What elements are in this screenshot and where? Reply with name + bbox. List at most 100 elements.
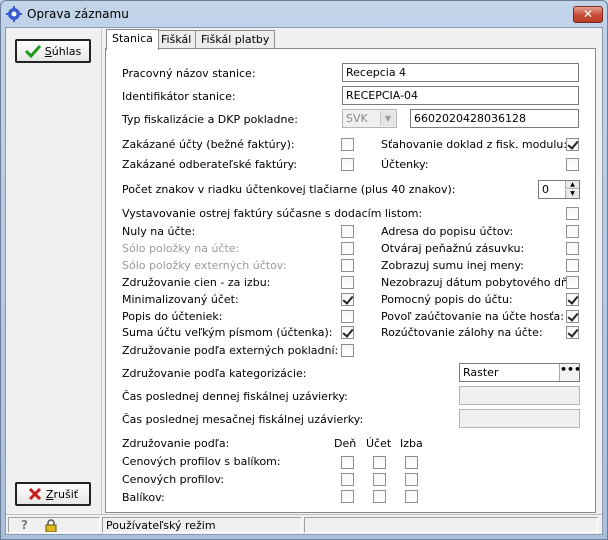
vystavovanie-checkbox[interactable]: [566, 207, 579, 220]
zakazane-ucty-label: Zakázané účty (bežné faktúry):: [122, 138, 295, 151]
dialog-window: Oprava záznamu ✕ Súhlas Zrušiť Stanica F…: [0, 0, 608, 540]
otvaraj-checkbox[interactable]: [566, 242, 579, 255]
tab-stanica[interactable]: Stanica: [106, 29, 159, 50]
col-izba-header: Izba: [400, 437, 423, 450]
suhlas-button[interactable]: Súhlas: [15, 39, 91, 63]
spin-down-icon[interactable]: ▼: [565, 190, 579, 198]
adresa-label: Adresa do popisu účtov:: [381, 225, 514, 238]
solo-polozky-checkbox[interactable]: [341, 242, 354, 255]
zrusit-label: Zrušiť: [45, 487, 79, 501]
tab-fiskal-platby[interactable]: Fiškál platby: [195, 30, 276, 49]
pocet-znakov-value: 0: [542, 183, 549, 196]
solo-ext-checkbox[interactable]: [341, 259, 354, 272]
nuly-checkbox[interactable]: [341, 225, 354, 238]
zdruz-podla-label: Združovanie podľa:: [122, 437, 230, 450]
nezobrazuj-checkbox[interactable]: [566, 276, 579, 289]
pomocny-label: Pomocný popis do účtu:: [381, 293, 513, 306]
ident-input[interactable]: RECEPCIA-04: [342, 86, 579, 105]
typ-label: Typ fiskalizácie a DKP pokladne:: [122, 113, 298, 126]
rozuct-checkbox[interactable]: [566, 326, 579, 339]
stahovanie-label: Sťahovanie doklad z fisk. modulu:: [381, 138, 568, 151]
bal-den-checkbox[interactable]: [341, 490, 354, 503]
title-bar[interactable]: Oprava záznamu ✕: [1, 1, 607, 27]
ellipsis-button[interactable]: •••: [559, 364, 579, 381]
uctenky-checkbox[interactable]: [566, 158, 579, 171]
uctenky-label: Účtenky:: [381, 158, 429, 171]
bal-izba-checkbox[interactable]: [405, 490, 418, 503]
ident-label: Identifikátor stanice:: [122, 90, 236, 103]
cen-bal-den-checkbox[interactable]: [341, 456, 354, 469]
solo-polozky-label: Sólo položky na účte:: [122, 242, 240, 255]
lock-icon: [45, 519, 57, 532]
button-panel: Súhlas Zrušiť: [6, 28, 102, 514]
zdruz-cien-label: Združovanie cien - za izbu:: [122, 276, 271, 289]
checkmark-icon: [24, 44, 41, 58]
close-button[interactable]: ✕: [573, 6, 603, 23]
cen-bal-izba-checkbox[interactable]: [405, 456, 418, 469]
zdruz-kat-label: Združovanie podľa kategorizácie:: [122, 367, 307, 380]
col-ucet-header: Účet: [366, 437, 392, 450]
tab-fiskal[interactable]: Fiškál: [155, 30, 198, 49]
zakazane-ucty-checkbox[interactable]: [341, 138, 354, 151]
dkp-input[interactable]: 6602020428036128: [410, 109, 579, 128]
cen-bal-ucet-checkbox[interactable]: [373, 456, 386, 469]
pocet-znakov-stepper[interactable]: 0 ▲ ▼: [538, 180, 580, 199]
popis-uct-label: Popis do účteniek:: [122, 310, 223, 323]
minimal-label: Minimalizovaný účet:: [122, 293, 239, 306]
status-mode: Používateľský režim: [106, 519, 216, 532]
dialog-client: Súhlas Zrušiť Stanica Fiškál Fiškál plat…: [5, 27, 603, 535]
row-cen-label: Cenových profilov:: [122, 473, 225, 486]
solo-ext-label: Sólo položky externých účtov:: [122, 259, 287, 272]
status-bar: ? Používateľský režim: [6, 514, 602, 534]
row-bal-label: Balíkov:: [122, 491, 165, 504]
zobrazuj-checkbox[interactable]: [566, 259, 579, 272]
povol-label: Povoľ zaúčtovanie na účte hosťa:: [381, 310, 564, 323]
suhlas-label: Súhlas: [44, 44, 82, 58]
help-icon[interactable]: ?: [21, 518, 28, 532]
adresa-checkbox[interactable]: [566, 225, 579, 238]
typ-select: SVK ▼: [342, 109, 397, 128]
zdruz-kat-value: Raster: [463, 366, 499, 379]
tab-page-stanica: Pracovný názov stanice: Recepcia 4 Ident…: [105, 48, 596, 513]
zdruz-cien-checkbox[interactable]: [341, 276, 354, 289]
stahovanie-checkbox[interactable]: [566, 138, 579, 151]
cas-denna-field: [459, 386, 580, 405]
suma-velkym-label: Suma účtu veľkým písmom (účtenka):: [122, 326, 333, 339]
nuly-label: Nuly na účte:: [122, 225, 196, 238]
cas-mesacna-label: Čas poslednej mesačnej fiskálnej uzávier…: [122, 413, 364, 426]
close-icon: ✕: [582, 7, 594, 21]
nezobrazuj-label: Nezobrazuj dátum pobytového dňa:: [381, 276, 579, 289]
pomocny-checkbox[interactable]: [566, 293, 579, 306]
cas-denna-label: Čas poslednej dennej fiskálnej uzávierky…: [122, 390, 348, 403]
nazov-label: Pracovný názov stanice:: [122, 67, 256, 80]
zobrazuj-label: Zobrazuj sumu inej meny:: [381, 259, 524, 272]
cen-den-checkbox[interactable]: [341, 473, 354, 486]
status-extra-cell: [304, 517, 598, 533]
cross-icon: [28, 487, 41, 501]
status-mode-cell: Používateľský režim: [102, 517, 302, 533]
vystavovanie-label: Vystavovanie ostrej faktúry súčasne s do…: [122, 207, 423, 220]
window-title: Oprava záznamu: [27, 7, 129, 21]
col-den-header: Deň: [334, 437, 357, 450]
spin-up-icon[interactable]: ▲: [565, 181, 579, 189]
zdruz-kat-input[interactable]: Raster •••: [459, 363, 580, 382]
status-icons-cell: ?: [8, 517, 100, 533]
popis-uct-checkbox[interactable]: [341, 310, 354, 323]
row-cen-bal-label: Cenových profilov s balíkom:: [122, 455, 281, 468]
zakazane-odb-checkbox[interactable]: [341, 158, 354, 171]
zdruz-ext-checkbox[interactable]: [341, 344, 354, 357]
cen-izba-checkbox[interactable]: [405, 473, 418, 486]
chevron-down-icon: ▼: [380, 111, 395, 126]
suma-velkym-checkbox[interactable]: [341, 326, 354, 339]
minimal-checkbox[interactable]: [341, 293, 354, 306]
cas-mesacna-field: [459, 409, 580, 428]
cen-ucet-checkbox[interactable]: [373, 473, 386, 486]
zrusit-button[interactable]: Zrušiť: [15, 482, 91, 506]
rozuct-label: Rozúčtovanie zálohy na účte:: [381, 326, 543, 339]
app-icon: [6, 6, 22, 22]
povol-checkbox[interactable]: [566, 310, 579, 323]
nazov-input[interactable]: Recepcia 4: [342, 63, 579, 82]
bal-ucet-checkbox[interactable]: [373, 490, 386, 503]
otvaraj-label: Otváraj peňažnú zásuvku:: [381, 242, 525, 255]
zdruz-ext-label: Združovanie podľa externých pokladní:: [122, 344, 339, 357]
